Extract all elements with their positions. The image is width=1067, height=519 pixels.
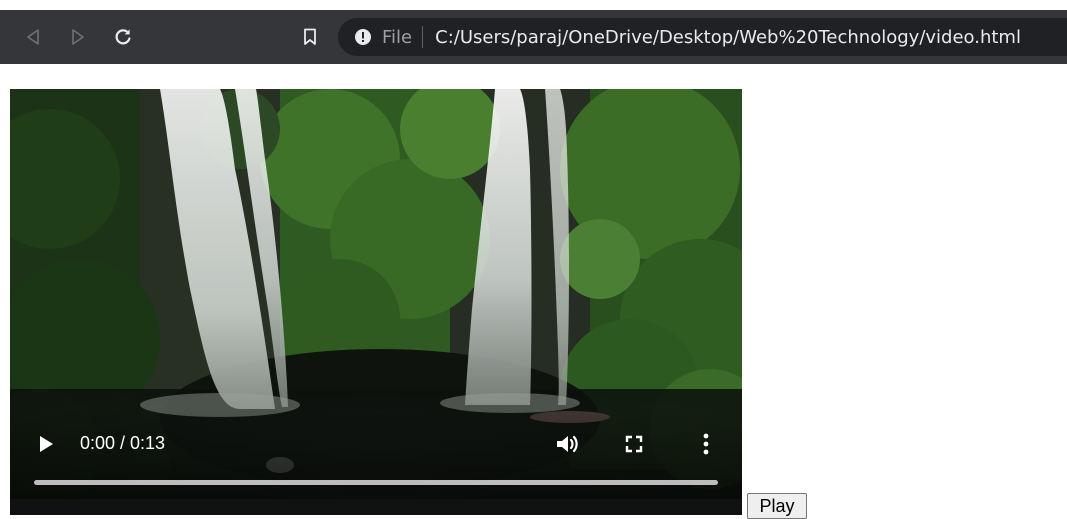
browser-toolbar: File C:/Users/paraj/OneDrive/Desktop/Web… — [0, 0, 1067, 66]
video-bottom-edge — [10, 499, 742, 515]
more-options-control[interactable] — [698, 431, 714, 457]
time-display: 0:00 / 0:13 — [80, 433, 166, 453]
bookmark-icon — [304, 28, 316, 45]
volume-control[interactable] — [554, 431, 580, 457]
more-options-icon — [703, 433, 709, 455]
url-text[interactable]: C:/Users/paraj/OneDrive/Desktop/Web%20Te… — [435, 27, 1021, 48]
fullscreen-control[interactable] — [622, 432, 646, 456]
play-icon — [40, 436, 53, 452]
bookmark-button[interactable] — [293, 20, 327, 54]
reload-icon — [115, 29, 131, 45]
back-triangle-icon — [27, 29, 39, 45]
address-bar[interactable]: File C:/Users/paraj/OneDrive/Desktop/Web… — [338, 18, 1067, 56]
address-separator — [422, 26, 424, 48]
fullscreen-icon — [625, 435, 643, 453]
play-button[interactable]: Play — [747, 493, 807, 519]
scheme-label: File — [382, 26, 413, 48]
play-pause-control[interactable] — [34, 432, 58, 456]
info-icon[interactable] — [354, 28, 372, 46]
forward-button[interactable] — [61, 20, 95, 54]
back-button[interactable] — [16, 20, 50, 54]
reload-button[interactable] — [106, 20, 140, 54]
video-player[interactable]: 0:00 / 0:13 — [10, 89, 742, 515]
progress-bar[interactable] — [34, 480, 718, 485]
volume-icon — [557, 435, 578, 453]
toolbar-strip: File C:/Users/paraj/OneDrive/Desktop/Web… — [0, 10, 1067, 64]
forward-triangle-icon — [72, 29, 84, 45]
